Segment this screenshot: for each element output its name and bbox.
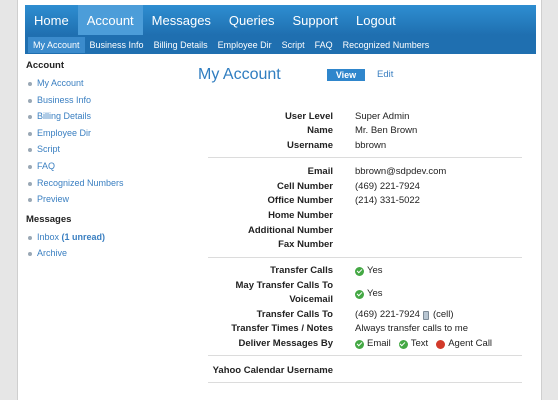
top-nav: Home Account Messages Queries Support Lo… bbox=[25, 5, 536, 35]
edit-link[interactable]: Edit bbox=[377, 69, 393, 80]
tab-support[interactable]: Support bbox=[283, 5, 347, 35]
sidebar-item-billing-details[interactable]: Billing Details bbox=[26, 108, 186, 125]
deliver-messages-value: Email Text Agent Call bbox=[355, 337, 492, 351]
sidebar-account-list: My Account Business Info Billing Details… bbox=[26, 75, 186, 208]
section-divider bbox=[208, 382, 522, 383]
transfer-to-suffix: (cell) bbox=[432, 309, 454, 320]
tab-messages[interactable]: Messages bbox=[143, 5, 220, 35]
transfer-calls-value: Yes bbox=[355, 264, 383, 278]
row-deliver-messages: Deliver Messages By Email Text Agent Cal… bbox=[208, 337, 518, 351]
page-title: My Account bbox=[198, 66, 281, 83]
cell-number-label: Cell Number bbox=[277, 181, 333, 192]
check-icon bbox=[355, 339, 364, 349]
user-level-label: User Level bbox=[284, 111, 333, 122]
app-frame: Home Account Messages Queries Support Lo… bbox=[17, 0, 542, 400]
sidebar-item-my-account[interactable]: My Account bbox=[26, 75, 186, 92]
yahoo-calendar-label: Yahoo Calendar Username bbox=[212, 365, 333, 376]
office-number-label: Office Number bbox=[267, 195, 333, 206]
view-button[interactable]: View bbox=[327, 69, 365, 81]
email-label: Email bbox=[307, 166, 333, 177]
transfer-to-number: (469) 221-7924 bbox=[355, 309, 420, 320]
deliver-text: Text bbox=[410, 338, 429, 349]
tab-home[interactable]: Home bbox=[25, 5, 78, 35]
row-office-number: Office Number (214) 331-5022 bbox=[208, 194, 518, 208]
sidebar-item-business-info[interactable]: Business Info bbox=[26, 92, 186, 109]
deliver-messages-label: Deliver Messages By bbox=[238, 338, 333, 349]
sidebar-item-archive[interactable]: Archive bbox=[26, 245, 186, 262]
additional-number-label: Additional Number bbox=[248, 225, 333, 236]
mobile-phone-icon bbox=[422, 310, 429, 320]
section-divider bbox=[208, 257, 522, 258]
sidebar-item-preview[interactable]: Preview bbox=[26, 191, 186, 208]
row-name: Name Mr. Ben Brown bbox=[208, 124, 518, 138]
red-dot-icon bbox=[436, 339, 446, 349]
tab-account[interactable]: Account bbox=[77, 5, 143, 35]
tab-logout[interactable]: Logout bbox=[347, 5, 405, 35]
sidebar-heading-account: Account bbox=[26, 60, 64, 71]
sidebar-item-employee-dir[interactable]: Employee Dir bbox=[26, 125, 186, 142]
check-icon bbox=[398, 339, 408, 349]
transfer-calls-label: Transfer Calls bbox=[270, 265, 333, 276]
tab-queries[interactable]: Queries bbox=[220, 5, 284, 35]
cell-number-value: (469) 221-7924 bbox=[355, 181, 420, 192]
subtab-script[interactable]: Script bbox=[277, 37, 310, 53]
deliver-email: Email bbox=[367, 338, 391, 349]
sidebar-item-inbox[interactable]: Inbox (1 unread) bbox=[26, 229, 186, 246]
transfer-calls-text: Yes bbox=[367, 265, 383, 276]
row-transfer-calls: Transfer Calls Yes bbox=[208, 264, 518, 278]
subtab-faq[interactable]: FAQ bbox=[310, 37, 338, 53]
subtab-business-info[interactable]: Business Info bbox=[85, 37, 149, 53]
name-label: Name bbox=[307, 125, 333, 136]
sub-nav: My Account Business Info Billing Details… bbox=[25, 35, 536, 54]
transfer-times-value: Always transfer calls to me bbox=[355, 323, 468, 334]
sidebar-heading-messages: Messages bbox=[26, 213, 72, 225]
row-voicemail: Voicemail bbox=[208, 293, 518, 307]
subtab-recognized-numbers[interactable]: Recognized Numbers bbox=[338, 37, 435, 53]
transfer-to-value: (469) 221-7924 (cell) bbox=[355, 308, 454, 322]
sidebar-item-recognized-numbers[interactable]: Recognized Numbers bbox=[26, 175, 186, 192]
section-divider bbox=[208, 157, 522, 158]
row-cell-number: Cell Number (469) 221-7924 bbox=[208, 180, 518, 194]
name-value: Mr. Ben Brown bbox=[355, 125, 418, 136]
voicemail-label: Voicemail bbox=[289, 294, 333, 305]
user-level-value: Super Admin bbox=[355, 111, 410, 122]
transfer-times-label: Transfer Times / Notes bbox=[231, 323, 333, 334]
username-value: bbrown bbox=[355, 140, 387, 151]
subtab-employee-dir[interactable]: Employee Dir bbox=[213, 37, 277, 53]
row-transfer-to: Transfer Calls To (469) 221-7924 (cell) bbox=[208, 308, 518, 322]
fax-number-label: Fax Number bbox=[278, 239, 333, 250]
row-user-level: User Level Super Admin bbox=[208, 110, 518, 124]
row-home-number: Home Number bbox=[208, 209, 518, 223]
sidebar: Account My Account Business Info Billing… bbox=[26, 60, 186, 268]
section-divider bbox=[208, 355, 522, 356]
sidebar-item-faq[interactable]: FAQ bbox=[26, 158, 186, 175]
home-number-label: Home Number bbox=[268, 210, 333, 221]
office-number-value: (214) 331-5022 bbox=[355, 195, 420, 206]
inbox-label: Inbox bbox=[37, 231, 60, 242]
deliver-agent-call: Agent Call bbox=[448, 338, 493, 349]
sidebar-item-script[interactable]: Script bbox=[26, 141, 186, 158]
email-value: bbrown@sdpdev.com bbox=[355, 166, 447, 177]
row-yahoo-calendar: Yahoo Calendar Username bbox=[208, 364, 518, 378]
subtab-billing-details[interactable]: Billing Details bbox=[149, 37, 213, 53]
username-label: Username bbox=[287, 140, 333, 151]
row-fax-number: Fax Number bbox=[208, 238, 518, 252]
subtab-my-account[interactable]: My Account bbox=[28, 36, 85, 53]
sidebar-messages-list: Inbox (1 unread) Archive bbox=[26, 229, 186, 262]
inbox-unread-count: (1 unread) bbox=[61, 231, 106, 242]
transfer-to-label: Transfer Calls To bbox=[256, 309, 333, 320]
row-email: Email bbrown@sdpdev.com bbox=[208, 165, 518, 179]
check-icon bbox=[355, 266, 364, 276]
row-username: Username bbrown bbox=[208, 139, 518, 153]
row-additional-number: Additional Number bbox=[208, 224, 518, 238]
row-transfer-times: Transfer Times / Notes Always transfer c… bbox=[208, 322, 518, 336]
